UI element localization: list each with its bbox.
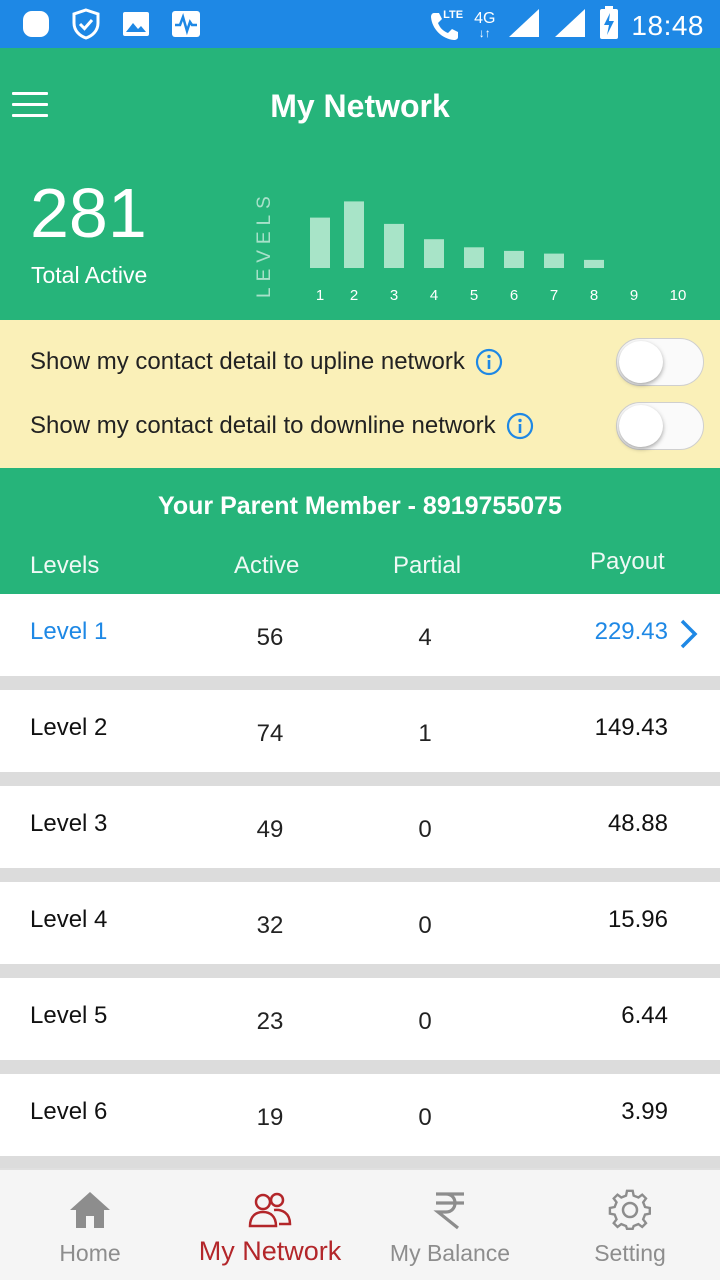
contact-visibility-panel: Show my contact detail to upline network… [0,320,720,468]
system-icons: LTE 4G ↓↑ 18:48 [428,6,704,45]
downline-visibility-toggle[interactable] [616,402,704,450]
level-bar-6 [504,250,524,268]
row-partial: 4 [418,624,432,651]
home-icon [70,1192,110,1228]
level-tick-1: 1 [316,287,324,304]
column-header-active: Active [234,552,300,579]
row-level: Level 1 [30,618,108,645]
row-active: 56 [256,624,284,651]
column-header-levels: Levels [30,552,100,579]
clock: 18:48 [631,9,704,41]
activity-pulse-icon [170,8,202,40]
data-arrows-icon: ↓↑ [478,25,491,40]
row-payout: 229.43 [594,618,668,645]
signal-strength-2-icon [553,7,587,44]
upline-visibility-toggle[interactable] [616,338,704,386]
row-level: Level 2 [30,714,108,741]
nav-setting[interactable]: Setting [540,1170,720,1280]
bottom-navigation: Home My Network My Balance Setting [0,1168,720,1280]
rupee-icon [433,1192,464,1230]
row-payout: 48.88 [607,810,668,837]
levels-axis-label: LEVELS [254,190,275,298]
total-active-label: Total Active [31,262,148,288]
level-bar-1 [310,217,330,268]
level-tick-5: 5 [470,287,478,304]
row-level: Level 5 [30,1002,108,1029]
row-payout: 6.44 [621,1002,668,1029]
nav-my-balance[interactable]: My Balance [360,1170,540,1280]
users-group-icon [248,1192,292,1228]
parent-member-text: Your Parent Member - 8919755075 [158,492,562,520]
table-row[interactable]: Level 1 56 4 229.43 [0,594,720,676]
total-active-count: 281 [30,174,147,252]
row-level: Level 3 [30,810,108,837]
parent-member-bar: Your Parent Member - 8919755075 Levels A… [0,468,720,594]
level-bar-4 [424,239,444,268]
level-tick-4: 4 [430,287,438,304]
level-tick-9: 9 [630,287,638,304]
signal-strength-icon [507,7,541,44]
level-tick-10: 10 [670,287,687,304]
phone-lte-icon: LTE [428,8,464,43]
row-active: 49 [256,816,284,843]
chevron-right-icon[interactable] [678,618,700,650]
row-active: 23 [256,1008,284,1035]
row-partial: 0 [418,1104,432,1131]
info-icon[interactable] [506,412,534,440]
nav-my-network[interactable]: My Network [180,1170,360,1280]
nav-my-balance-label: My Balance [389,1240,511,1266]
gear-icon [608,1189,651,1231]
lte-label: LTE [443,8,464,21]
level-bar-7 [544,253,564,268]
row-payout: 15.96 [607,906,668,933]
row-payout: 3.99 [621,1098,668,1125]
battery-charging-icon [599,6,619,45]
level-tick-8: 8 [590,287,598,304]
row-active: 19 [256,1104,284,1131]
table-row[interactable]: Level 2 74 1 149.43 [0,690,720,772]
network-summary-header: My Network 281 Total Active LEVELS 1 2 3 4 5… [0,48,720,320]
levels-bar-chart: 1 2 3 4 5 6 7 8 9 10 [310,201,687,304]
nav-home[interactable]: Home [0,1170,180,1280]
shield-check-icon [70,8,102,40]
status-bar: LTE 4G ↓↑ 18:48 [0,0,720,48]
table-row[interactable]: Level 6 19 0 3.99 [0,1074,720,1156]
downline-visibility-row: Show my contact detail to downline netwo… [30,396,704,456]
level-tick-7: 7 [550,287,558,304]
row-partial: 0 [418,1008,432,1035]
upline-visibility-row: Show my contact detail to upline network [30,332,704,392]
downline-visibility-label: Show my contact detail to downline netwo… [30,412,496,439]
column-header-partial: Partial [393,552,462,579]
row-active: 32 [256,912,284,939]
chat-bubble-icon [20,8,52,40]
level-tick-2: 2 [350,287,358,304]
table-row[interactable]: Level 4 32 0 15.96 [0,882,720,964]
row-partial: 0 [418,912,432,939]
row-partial: 0 [418,816,432,843]
column-header-payout: Payout [590,548,665,575]
nav-setting-label: Setting [594,1240,666,1266]
level-bar-8 [584,259,604,268]
info-icon[interactable] [475,348,503,376]
level-bar-3 [384,223,404,268]
upline-visibility-label: Show my contact detail to upline network [30,348,465,375]
table-row[interactable]: Level 3 49 0 48.88 [0,786,720,868]
row-level: Level 6 [30,1098,108,1125]
nav-my-network-label: My Network [198,1236,342,1266]
nav-home-label: Home [59,1240,121,1266]
level-bar-2 [344,201,364,268]
network-type: 4G ↓↑ [474,9,496,40]
level-tick-6: 6 [510,287,518,304]
page-title: My Network [270,88,450,124]
level-bar-5 [464,247,484,268]
table-row[interactable]: Level 5 23 0 6.44 [0,978,720,1060]
row-active: 74 [256,720,284,747]
notification-icons [20,8,202,40]
row-payout: 149.43 [594,714,668,741]
row-partial: 1 [418,720,432,747]
image-icon [120,8,152,40]
row-level: Level 4 [30,906,108,933]
network-type-label: 4G [474,9,496,27]
level-tick-3: 3 [390,287,398,304]
